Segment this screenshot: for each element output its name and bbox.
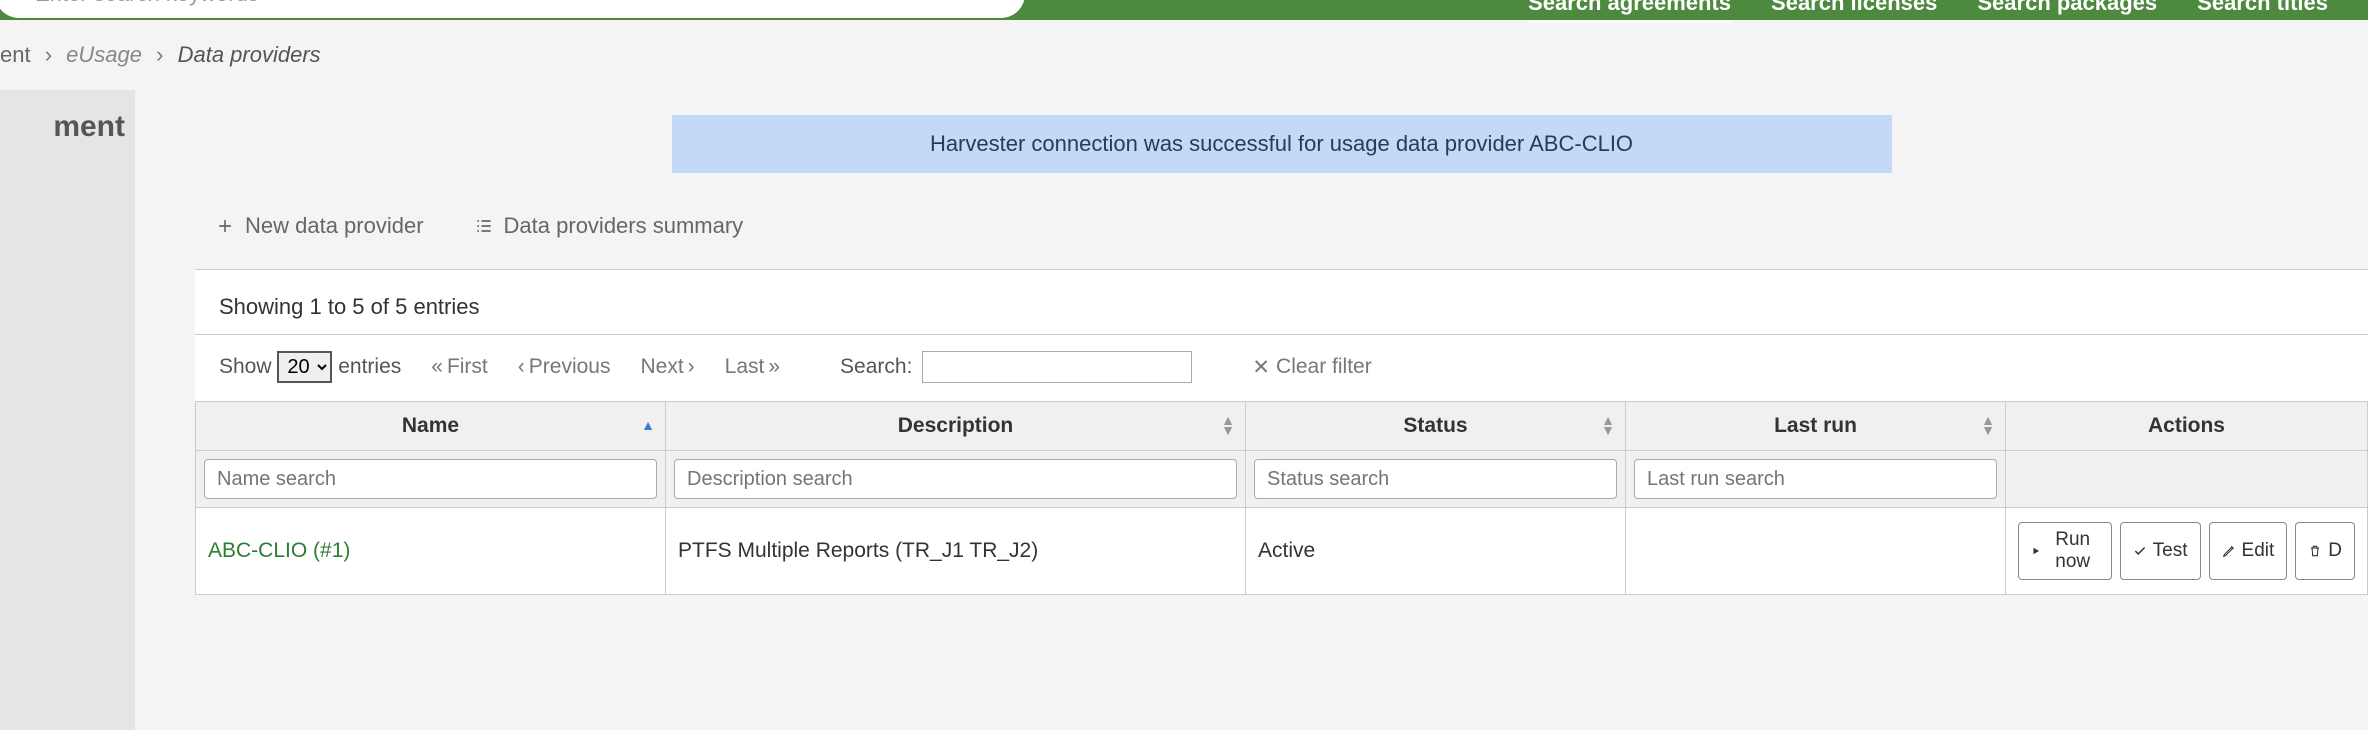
pager-previous[interactable]: ‹ Previous bbox=[518, 355, 611, 379]
page-length-select[interactable]: 20 bbox=[277, 351, 332, 383]
filter-status-input[interactable] bbox=[1254, 459, 1617, 499]
nav-search-titles[interactable]: Search titles bbox=[2197, 0, 2328, 23]
filter-description-input[interactable] bbox=[674, 459, 1237, 499]
provider-description-cell: PTFS Multiple Reports (TR_J1 TR_J2) bbox=[666, 508, 1246, 595]
column-header-last-run[interactable]: Last run ▲▼ bbox=[1626, 402, 2006, 451]
chevron-right-icon: › bbox=[45, 42, 52, 67]
chevron-right-icon: › bbox=[688, 355, 695, 379]
delete-label: D bbox=[2328, 540, 2342, 562]
column-header-description[interactable]: Description ▲▼ bbox=[666, 402, 1246, 451]
col-desc-label: Description bbox=[898, 414, 1014, 437]
test-label: Test bbox=[2153, 540, 2188, 562]
pencil-icon bbox=[2222, 544, 2236, 558]
global-search-input[interactable]: Enter search keywords bbox=[0, 0, 1025, 18]
edit-button[interactable]: Edit bbox=[2209, 522, 2288, 580]
nav-search-packages[interactable]: Search packages bbox=[1977, 0, 2157, 23]
chevron-right-icon: › bbox=[156, 42, 163, 67]
table-controls: Show 20 entries « First ‹ Previous bbox=[195, 334, 2368, 401]
filter-last-run-input[interactable] bbox=[1634, 459, 1997, 499]
delete-button[interactable]: D bbox=[2295, 522, 2355, 580]
sort-icon: ▲▼ bbox=[1601, 416, 1615, 436]
sort-icon: ▲▼ bbox=[1981, 416, 1995, 436]
col-name-label: Name bbox=[402, 414, 459, 437]
success-alert: Harvester connection was successful for … bbox=[672, 115, 1892, 173]
breadcrumb-item-1[interactable]: ent bbox=[0, 42, 31, 67]
column-header-actions: Actions bbox=[2006, 402, 2368, 451]
sort-asc-icon: ▲ bbox=[641, 421, 655, 431]
pager-prev-label: Previous bbox=[529, 355, 611, 379]
nav-search-agreements[interactable]: Search agreements bbox=[1528, 0, 1731, 23]
pager-last-label: Last bbox=[725, 355, 765, 379]
top-nav-links: Search agreements Search licenses Search… bbox=[1528, 0, 2328, 23]
plus-icon bbox=[215, 216, 235, 236]
data-providers-table-card: Showing 1 to 5 of 5 entries Show 20 entr… bbox=[195, 269, 2368, 595]
column-header-status[interactable]: Status ▲▼ bbox=[1246, 402, 1626, 451]
table-search-input[interactable] bbox=[922, 351, 1192, 383]
sidebar-heading: ment bbox=[10, 110, 125, 144]
length-suffix: entries bbox=[338, 355, 401, 378]
list-icon bbox=[474, 216, 494, 236]
breadcrumb-item-2[interactable]: eUsage bbox=[66, 42, 142, 67]
provider-name-link[interactable]: ABC-CLIO (#1) bbox=[208, 539, 350, 562]
provider-last-run-cell bbox=[1626, 508, 2006, 595]
breadcrumb-item-current: Data providers bbox=[178, 42, 321, 67]
run-now-label: Run now bbox=[2047, 529, 2099, 573]
table-search: Search: bbox=[840, 351, 1192, 383]
page-toolbar: New data provider Data providers summary bbox=[195, 203, 2368, 269]
check-icon bbox=[2133, 544, 2147, 558]
nav-search-licenses[interactable]: Search licenses bbox=[1771, 0, 1937, 23]
double-chevron-right-icon: » bbox=[768, 355, 780, 379]
pager: « First ‹ Previous Next › Last » bbox=[431, 355, 780, 379]
chevron-left-icon: ‹ bbox=[518, 355, 525, 379]
edit-label: Edit bbox=[2242, 540, 2275, 562]
sort-icon: ▲▼ bbox=[1221, 416, 1235, 436]
provider-status-cell: Active bbox=[1246, 508, 1626, 595]
new-data-provider-button[interactable]: New data provider bbox=[215, 213, 424, 239]
column-header-name[interactable]: Name ▲ bbox=[196, 402, 666, 451]
col-lastrun-label: Last run bbox=[1774, 414, 1857, 437]
filter-row bbox=[196, 451, 2368, 508]
page-length-control: Show 20 entries bbox=[219, 351, 401, 383]
breadcrumb: ent › eUsage › Data providers bbox=[0, 20, 2368, 90]
pager-first[interactable]: « First bbox=[431, 355, 488, 379]
clear-filter-label: Clear filter bbox=[1276, 355, 1372, 379]
provider-actions-cell: Run now Test Edit bbox=[2006, 508, 2368, 595]
search-placeholder-text: Enter search keywords bbox=[35, 0, 259, 7]
left-sidebar: ment bbox=[0, 90, 135, 730]
new-data-provider-label: New data provider bbox=[245, 213, 424, 239]
search-label: Search: bbox=[840, 355, 912, 379]
trash-icon bbox=[2308, 544, 2322, 558]
table-row: ABC-CLIO (#1) PTFS Multiple Reports (TR_… bbox=[196, 508, 2368, 595]
alert-message: Harvester connection was successful for … bbox=[930, 131, 1633, 156]
filter-name-input[interactable] bbox=[204, 459, 657, 499]
data-providers-table: Name ▲ Description ▲▼ Status ▲▼ Last r bbox=[195, 401, 2368, 595]
length-prefix: Show bbox=[219, 355, 272, 378]
data-providers-summary-button[interactable]: Data providers summary bbox=[474, 213, 744, 239]
pager-last[interactable]: Last » bbox=[725, 355, 780, 379]
top-nav-bar: Enter search keywords Search agreements … bbox=[0, 0, 2368, 20]
summary-label: Data providers summary bbox=[504, 213, 744, 239]
main-content: Harvester connection was successful for … bbox=[135, 90, 2368, 730]
pager-next-label: Next bbox=[640, 355, 683, 379]
table-info-text: Showing 1 to 5 of 5 entries bbox=[195, 294, 2368, 334]
pager-first-label: First bbox=[447, 355, 488, 379]
col-actions-label: Actions bbox=[2148, 414, 2225, 437]
play-icon bbox=[2031, 544, 2041, 558]
run-now-button[interactable]: Run now bbox=[2018, 522, 2112, 580]
double-chevron-left-icon: « bbox=[431, 355, 443, 379]
test-button[interactable]: Test bbox=[2120, 522, 2201, 580]
clear-filter-button[interactable]: ✕ Clear filter bbox=[1252, 355, 1371, 380]
pager-next[interactable]: Next › bbox=[640, 355, 694, 379]
col-status-label: Status bbox=[1403, 414, 1467, 437]
x-icon: ✕ bbox=[1252, 355, 1270, 380]
